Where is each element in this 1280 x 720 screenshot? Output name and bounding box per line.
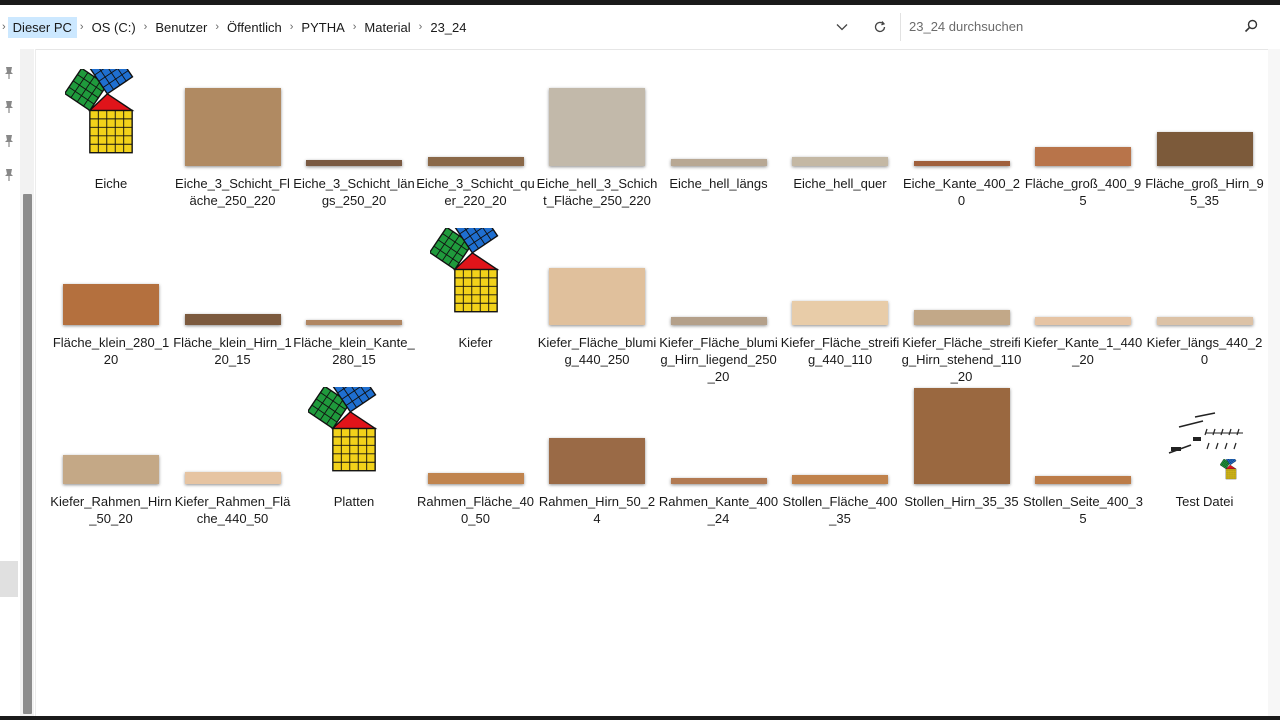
pytha-logo-icon (63, 50, 157, 166)
breadcrumb-item-oeffentlich[interactable]: Öffentlich (222, 17, 287, 38)
file-name: Rahmen_Hirn_50_24 (538, 494, 656, 526)
pin-icon (3, 66, 15, 80)
texture-thumbnail (792, 475, 888, 484)
file-name: Fläche_klein_Kante_280_15 (293, 335, 415, 367)
chevron-right-icon: › (79, 21, 84, 33)
texture-thumbnail (184, 472, 281, 484)
file-name: Rahmen_Fläche_400_50 (416, 494, 535, 526)
file-name: Stollen_Seite_400_35 (1023, 494, 1143, 526)
nav-scrollbar-thumb[interactable] (23, 194, 32, 714)
file-name: Platten (333, 494, 375, 509)
breadcrumb-item-os-c[interactable]: OS (C:) (87, 17, 141, 38)
file-name: Eiche_hell_3_Schicht_Fläche_250_220 (536, 176, 658, 208)
texture-thumbnail (670, 478, 767, 484)
chevron-right-icon: › (215, 21, 220, 33)
texture-thumbnail (549, 268, 645, 325)
chevron-right-icon: › (143, 21, 148, 33)
texture-thumbnail (184, 88, 281, 166)
chevron-right-icon: › (418, 21, 423, 33)
chevron-right-icon: › (289, 21, 294, 33)
texture-thumbnail (913, 388, 1010, 484)
texture-thumbnail (427, 157, 524, 166)
file-name: Kiefer_Kante_1_440_20 (1023, 335, 1143, 367)
texture-thumbnail (1035, 147, 1131, 166)
file-name: Fläche_groß_400_95 (1024, 176, 1142, 208)
pin-icon (3, 168, 15, 182)
file-name: Kiefer_Fläche_blumig_Hirn_liegend_250_20 (659, 335, 778, 384)
chevron-right-icon: › (2, 21, 6, 33)
texture-thumbnail (670, 317, 767, 325)
pin-icon (3, 100, 15, 114)
file-name: Kiefer_Rahmen_Hirn_50_20 (50, 494, 172, 526)
file-name: Rahmen_Kante_400_24 (658, 494, 779, 526)
texture-thumbnail (1156, 132, 1253, 166)
texture-thumbnail (549, 88, 645, 166)
pytha-logo-icon (428, 209, 522, 325)
file-name: Fläche_groß_Hirn_95_35 (1145, 176, 1264, 208)
breadcrumb-item-pytha[interactable]: PYTHA (296, 17, 349, 38)
chevron-right-icon: › (352, 21, 357, 33)
file-name: Eiche_Kante_400_20 (902, 176, 1021, 208)
file-name: Fläche_klein_280_120 (52, 335, 170, 367)
explorer-window: › Dieser PC › OS (C:) › Benutzer › Öffen… (0, 5, 1280, 716)
texture-thumbnail (306, 160, 402, 166)
search-box[interactable]: 23_24 durchsuchen (900, 13, 1268, 41)
nav-selected-item[interactable] (0, 561, 18, 597)
pytha-logo-icon (1219, 454, 1242, 486)
texture-thumbnail (63, 455, 159, 484)
address-bar-buttons (830, 15, 892, 39)
address-bar: › Dieser PC › OS (C:) › Benutzer › Öffen… (0, 5, 1280, 50)
texture-thumbnail (792, 157, 888, 166)
file-name: Eiche_hell_längs (669, 176, 768, 191)
chevron-down-icon[interactable] (830, 15, 854, 39)
file-name: Kiefer_Fläche_blumig_440_250 (537, 335, 657, 367)
texture-thumbnail (184, 314, 281, 325)
breadcrumb-item-dieser-pc[interactable]: Dieser PC (7, 16, 77, 38)
texture-thumbnail (63, 284, 159, 325)
file-name: Test Datei (1175, 494, 1234, 509)
pytha-logo-icon (306, 368, 400, 484)
pin-icon (3, 134, 15, 148)
texture-thumbnail (913, 310, 1010, 325)
texture-thumbnail (670, 159, 767, 166)
file-name: Stollen_Fläche_400_35 (782, 494, 898, 526)
texture-thumbnail (306, 320, 402, 325)
file-name: Kiefer_längs_440_20 (1146, 335, 1263, 367)
breadcrumb-item-23-24[interactable]: 23_24 (425, 17, 471, 38)
breadcrumb-item-benutzer[interactable]: Benutzer (150, 17, 212, 38)
file-grid: Eiche Eiche_3_Schicht_Fläche_250_220 Eiche… (50, 49, 1265, 716)
texture-thumbnail (913, 161, 1010, 166)
search-input[interactable]: 23_24 durchsuchen (909, 19, 1023, 34)
file-name: Fläche_klein_Hirn_120_15 (173, 335, 292, 367)
file-name: Eiche_hell_quer (793, 176, 887, 191)
breadcrumb-item-material[interactable]: Material (359, 17, 415, 38)
file-name: Stollen_Hirn_35_35 (904, 494, 1019, 509)
texture-thumbnail (427, 473, 524, 484)
file-name: Eiche_3_Schicht_Fläche_250_220 (175, 176, 290, 208)
texture-thumbnail (1035, 476, 1131, 484)
refresh-icon[interactable] (868, 15, 892, 39)
texture-thumbnail (1156, 317, 1253, 325)
file-name: Kiefer_Fläche_streifig_Hirn_stehend_110_… (901, 335, 1022, 384)
file-name: Eiche (94, 176, 128, 191)
file-name: Kiefer_Rahmen_Fläche_440_50 (174, 494, 291, 526)
file-name: Kiefer (458, 335, 493, 350)
file-name: Eiche_3_Schicht_längs_250_20 (293, 176, 415, 208)
file-name: Eiche_3_Schicht_quer_220_20 (416, 176, 535, 208)
content-scrollbar[interactable] (1268, 49, 1280, 716)
texture-thumbnail (549, 438, 645, 484)
file-name: Kiefer_Fläche_streifig_440_110 (780, 335, 900, 367)
texture-thumbnail (792, 301, 888, 325)
search-icon[interactable] (1244, 19, 1258, 38)
navigation-pane (0, 49, 36, 716)
breadcrumb[interactable]: › Dieser PC › OS (C:) › Benutzer › Öffen… (0, 5, 895, 49)
texture-thumbnail (1035, 317, 1131, 325)
